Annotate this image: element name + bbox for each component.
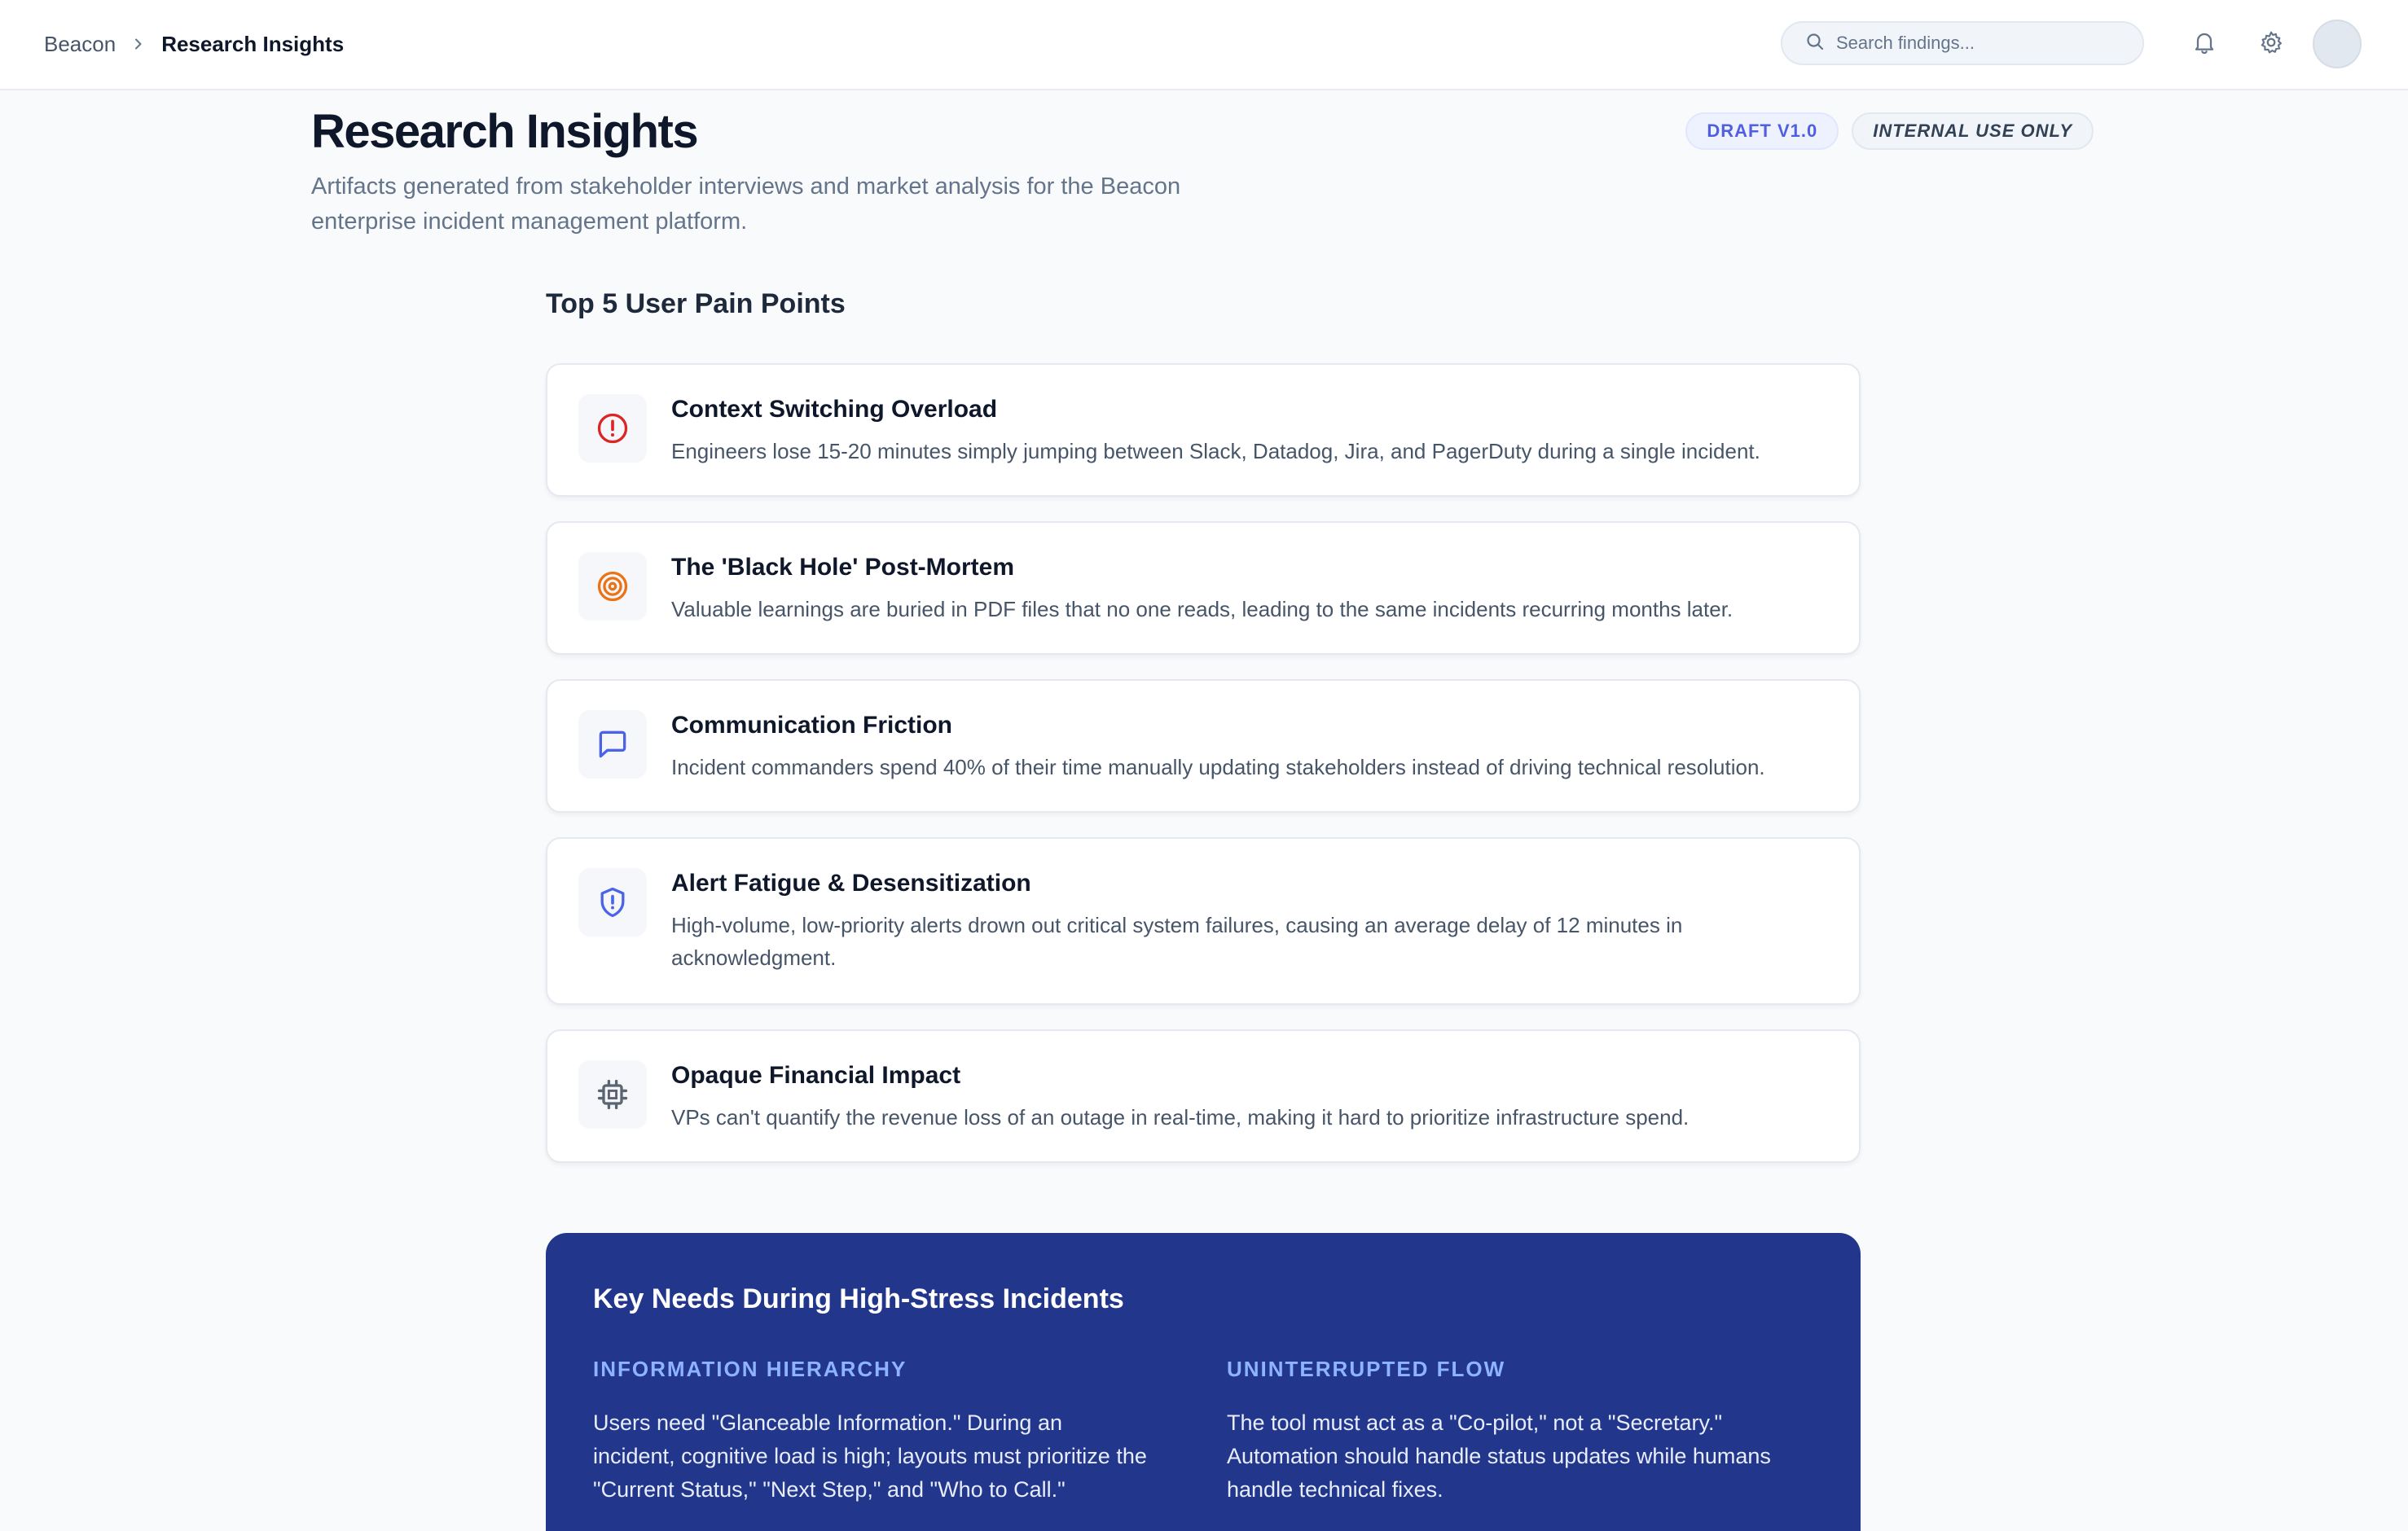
pain-point-title: Context Switching Overload bbox=[671, 396, 998, 423]
breadcrumb-current: Research Insights bbox=[161, 31, 345, 56]
notifications-button[interactable] bbox=[2185, 24, 2224, 64]
pain-point-card: Opaque Financial Impact VPs can't quanti… bbox=[546, 1029, 1861, 1163]
cpu-icon bbox=[578, 1060, 647, 1129]
pain-point-title: The 'Black Hole' Post-Mortem bbox=[671, 554, 1015, 581]
pain-point-card: Communication Friction Incident commande… bbox=[546, 679, 1861, 813]
need-heading: UNINTERRUPTED FLOW bbox=[1227, 1357, 1506, 1381]
search-icon bbox=[1805, 32, 1825, 55]
search-input[interactable] bbox=[1836, 33, 2129, 54]
internal-use-badge: INTERNAL USE ONLY bbox=[1852, 112, 2094, 150]
shield-alert-icon bbox=[578, 868, 647, 937]
pain-point-card: Alert Fatigue & Desensitization High-vol… bbox=[546, 837, 1861, 1005]
pain-point-description: Engineers lose 15-20 minutes simply jump… bbox=[671, 439, 1760, 463]
pain-point-title: Alert Fatigue & Desensitization bbox=[671, 870, 1031, 897]
settings-button[interactable] bbox=[2252, 24, 2291, 64]
page-title: Research Insights bbox=[311, 105, 699, 158]
need-column: INFORMATION HIERARCHY Users need "Glance… bbox=[593, 1357, 1147, 1507]
user-avatar[interactable] bbox=[2313, 20, 2362, 68]
pain-points-title: Top 5 User Pain Points bbox=[546, 288, 846, 319]
draft-badge: DRAFT V1.0 bbox=[1685, 112, 1839, 150]
chevron-right-icon bbox=[132, 37, 145, 50]
pain-point-description: Valuable learnings are buried in PDF fil… bbox=[671, 597, 1733, 621]
breadcrumb: Beacon Research Insights bbox=[44, 0, 344, 88]
need-body: Users need "Glanceable Information." Dur… bbox=[593, 1410, 1147, 1502]
need-heading: INFORMATION HIERARCHY bbox=[593, 1357, 907, 1381]
top-bar: Beacon Research Insights bbox=[0, 0, 2408, 90]
pain-point-description: VPs can't quantify the revenue loss of a… bbox=[671, 1105, 1690, 1130]
need-body: The tool must act as a "Co-pilot," not a… bbox=[1227, 1410, 1771, 1502]
key-needs-panel: Key Needs During High-Stress Incidents I… bbox=[546, 1233, 1861, 1531]
pain-point-title: Opaque Financial Impact bbox=[671, 1062, 961, 1089]
page-subtitle: Artifacts generated from stakeholder int… bbox=[311, 173, 1181, 235]
breadcrumb-root-link[interactable]: Beacon bbox=[44, 32, 116, 57]
pain-point-description: Incident commanders spend 40% of their t… bbox=[671, 755, 1765, 779]
pain-point-title: Communication Friction bbox=[671, 712, 952, 739]
alert-circle-icon bbox=[578, 394, 647, 463]
need-column: UNINTERRUPTED FLOW The tool must act as … bbox=[1227, 1357, 1781, 1507]
message-square-icon bbox=[578, 710, 647, 779]
pain-point-card: The 'Black Hole' Post-Mortem Valuable le… bbox=[546, 521, 1861, 655]
status-badges: DRAFT V1.0 INTERNAL USE ONLY bbox=[1685, 112, 2094, 150]
target-icon bbox=[578, 552, 647, 621]
bell-icon bbox=[2191, 29, 2217, 59]
search-box[interactable] bbox=[1781, 21, 2144, 65]
pain-point-description: High-volume, low-priority alerts drown o… bbox=[671, 913, 1683, 970]
pain-point-card: Context Switching Overload Engineers los… bbox=[546, 363, 1861, 497]
key-needs-title: Key Needs During High-Stress Incidents bbox=[593, 1283, 1124, 1314]
gear-icon bbox=[2258, 29, 2284, 59]
